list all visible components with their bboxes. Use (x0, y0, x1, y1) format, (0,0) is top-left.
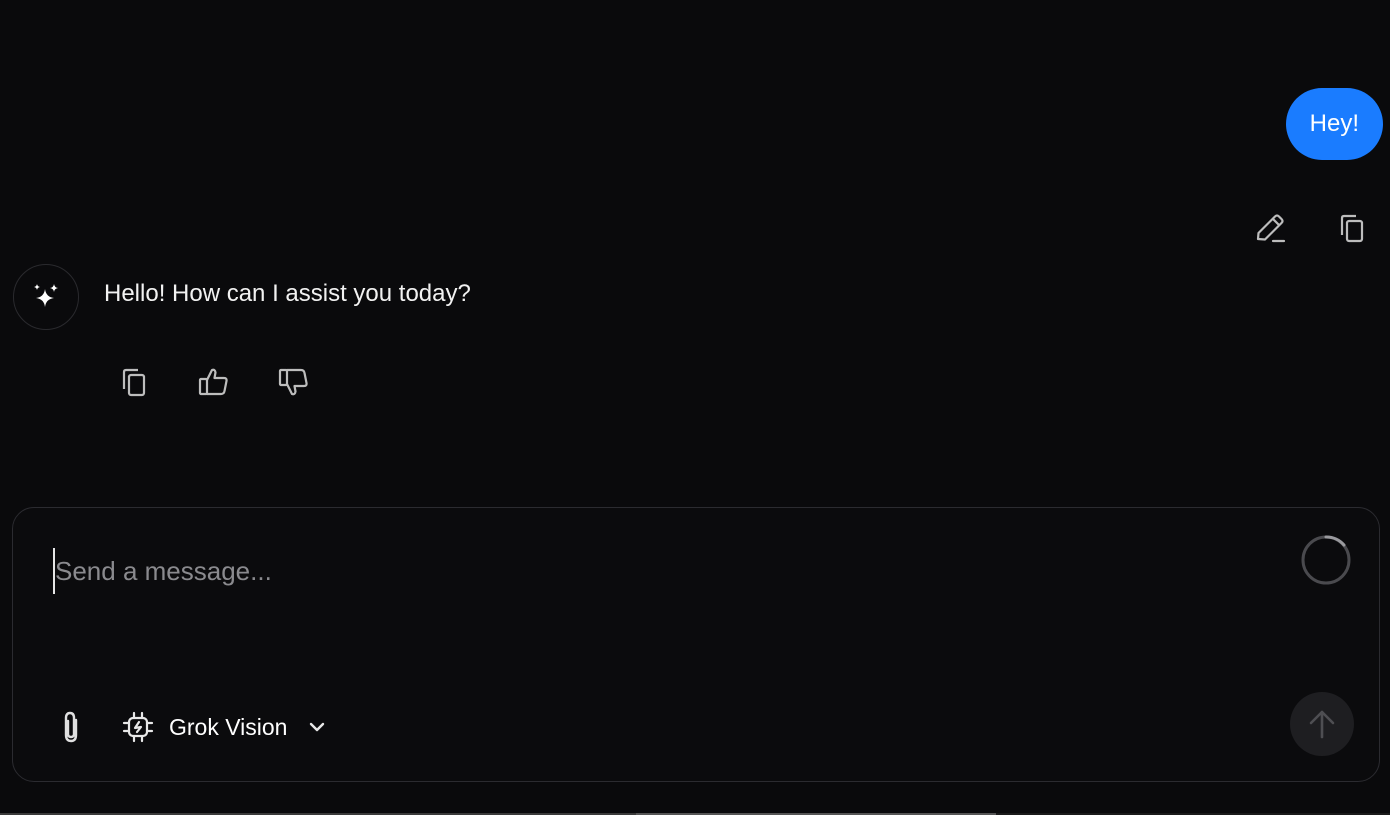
paperclip-icon (64, 711, 78, 743)
like-button[interactable] (196, 362, 232, 402)
assistant-avatar (13, 264, 79, 330)
attach-button[interactable] (53, 707, 89, 747)
dislike-button[interactable] (276, 362, 312, 402)
chevron-down-icon (307, 720, 327, 734)
arrow-up-icon (1309, 710, 1335, 739)
thumbs-down-icon (278, 368, 308, 396)
chat-app: Hey! Hello! How can I assist you today? (0, 0, 1390, 815)
sparkle-icon (34, 284, 58, 307)
edit-message-button[interactable] (1252, 208, 1288, 248)
user-message-text: Hey! (1309, 110, 1359, 137)
message-composer: Grok Vision (12, 507, 1380, 782)
copy-icon (1340, 214, 1364, 243)
loading-spinner-icon (1301, 535, 1351, 585)
user-message-actions (1252, 208, 1370, 248)
thumbs-up-icon (198, 368, 228, 396)
chip-icon (122, 711, 154, 743)
assistant-message-actions (116, 362, 312, 402)
pencil-icon (1256, 214, 1286, 243)
assistant-message-text: Hello! How can I assist you today? (104, 280, 471, 307)
copy-user-message-button[interactable] (1334, 208, 1370, 248)
copy-icon (122, 368, 146, 397)
model-icon-wrapper (121, 710, 155, 744)
copy-assistant-message-button[interactable] (116, 362, 152, 402)
user-message-bubble: Hey! (1285, 88, 1383, 160)
message-input[interactable] (53, 548, 1257, 594)
model-selector[interactable]: Grok Vision (121, 710, 327, 744)
model-label: Grok Vision (169, 713, 288, 740)
composer-toolbar: Grok Vision (53, 707, 327, 747)
send-button[interactable] (1290, 692, 1354, 756)
